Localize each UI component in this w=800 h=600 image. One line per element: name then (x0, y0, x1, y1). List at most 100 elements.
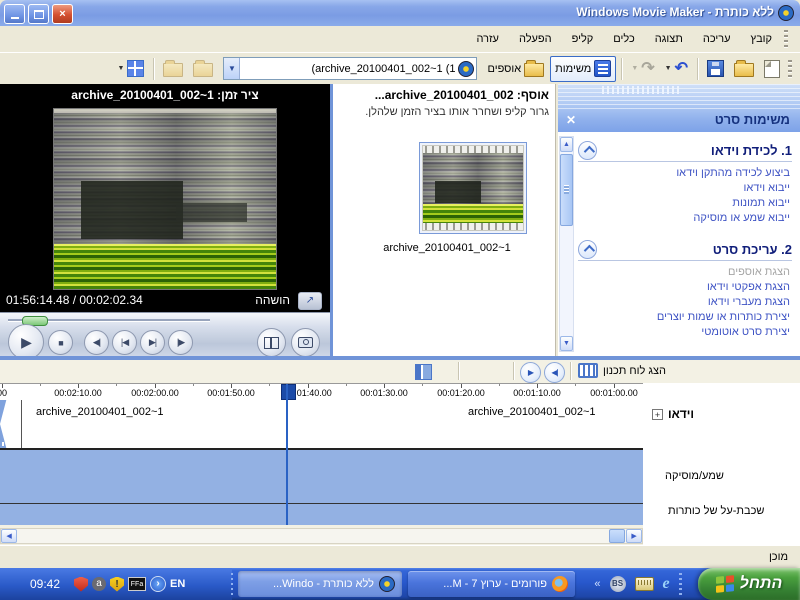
task-section: 2. עריכת סרטהצגת אוספיםהצגת אפקטי וידאוה… (578, 239, 792, 340)
split-clip-button[interactable] (257, 328, 286, 357)
show-storyboard-label: הצג לוח תכנון (603, 365, 666, 377)
menu-item[interactable]: קליפ (562, 29, 604, 49)
combobox-dropdown-icon[interactable]: ▼ (224, 58, 240, 79)
collection-up-button[interactable] (189, 56, 217, 82)
internet-explorer-icon[interactable]: e (663, 576, 670, 592)
quick-launch-separator (679, 573, 682, 595)
previous-frame-button[interactable]: |◀ (84, 330, 109, 355)
taskbar-window-firefox[interactable]: פורומים - ערוץ 7 - M... (408, 571, 575, 597)
collections-toggle-button[interactable]: אוספים (483, 56, 548, 82)
timeline-clip[interactable]: archive_20100401_002~1 (36, 406, 164, 418)
task-section-header: 1. לכידת וידאו (578, 140, 792, 160)
toolbar-grip-icon[interactable] (784, 30, 788, 48)
audio-track-label: שמע/מוסיקה (665, 470, 724, 482)
play-button[interactable]: ▶ (8, 324, 44, 360)
timeline-clip[interactable]: archive_20100401_002~1 (468, 406, 596, 418)
menu-item[interactable]: הפעלה (509, 29, 562, 49)
scrollbar-thumb[interactable] (609, 529, 625, 543)
tasks-scrollbar[interactable]: ▲ ▼ (559, 136, 574, 352)
seek-bar[interactable] (8, 315, 210, 325)
task-link[interactable]: הצגת אפקטי וידאו (578, 280, 792, 295)
undo-dropdown-icon[interactable]: ▼ (665, 65, 672, 72)
redo-dropdown-icon[interactable]: ▼ (631, 65, 638, 72)
task-link[interactable]: יצירת סרט אוטומטי (578, 325, 792, 340)
section-divider (578, 260, 792, 261)
minimize-button[interactable] (4, 4, 25, 24)
timeline-horizontal-scrollbar[interactable]: ◀ ▶ (0, 528, 643, 544)
scroll-left-icon[interactable]: ◀ (1, 529, 17, 543)
toolbar-grip-icon[interactable] (788, 60, 792, 78)
tasks-button-label: משימות (555, 63, 591, 75)
language-indicator[interactable]: EN (170, 578, 185, 590)
collapse-section-button[interactable] (578, 141, 597, 160)
step-back-button[interactable]: ◀| (112, 330, 137, 355)
show-storyboard-button[interactable]: הצג לוח תכנון (578, 363, 666, 378)
menu-item[interactable]: קובץ (741, 29, 782, 49)
playhead-handle[interactable] (281, 384, 296, 400)
task-link[interactable]: ייבוא תמונות (578, 196, 792, 211)
language-bar-icon[interactable]: › (150, 576, 166, 592)
fullscreen-popout-button[interactable]: ↗ (298, 292, 322, 310)
toolbar-separator (153, 58, 154, 80)
task-section-title: 2. עריכת סרט (597, 242, 792, 257)
task-link[interactable]: ייבוא שמע או מוסיקה (578, 211, 792, 226)
ruler-tick-label: 00:01:00.00 (590, 388, 638, 398)
task-link[interactable]: ייבוא וידאו (578, 181, 792, 196)
collection-combobox[interactable]: ▼ (archive_20100401_002~1 (1 (223, 57, 477, 80)
save-project-button[interactable] (703, 56, 728, 82)
clip-thumbnail[interactable] (419, 142, 527, 234)
maximize-button[interactable] (28, 4, 49, 24)
task-link[interactable]: ביצוע לכידה מהתקן וידאו (578, 166, 792, 181)
expand-video-track-icon[interactable]: + (652, 409, 663, 420)
undo-button[interactable]: ↶▼ (661, 56, 692, 82)
ffa-tray-icon[interactable]: FFa (128, 577, 146, 591)
rewind-timeline-button[interactable]: |◀ (544, 362, 565, 383)
start-button[interactable]: התחל (698, 568, 800, 600)
views-button[interactable]: ▼ (114, 56, 149, 82)
scroll-up-icon[interactable]: ▲ (560, 137, 573, 152)
a-tray-icon[interactable]: a (92, 577, 106, 591)
taskbar-window-moviemaker[interactable]: ללא כותרת - Windo... (238, 571, 402, 597)
title-overlay-track[interactable] (0, 504, 643, 525)
open-project-button[interactable] (730, 56, 758, 82)
views-dropdown-icon[interactable]: ▼ (118, 65, 125, 72)
windows-logo-icon (716, 575, 734, 593)
movie-maker-window: × ללא כותרת - Windows Movie Maker קובץער… (0, 0, 800, 600)
antivirus-shield-icon[interactable] (74, 577, 88, 592)
title-overlay-track-label: שכבת-על של כותרות (668, 505, 764, 517)
update-shield-icon[interactable]: ! (110, 577, 124, 592)
audio-levels-button[interactable] (415, 364, 432, 380)
video-track[interactable]: archive_20100401_002~1 archive_20100401_… (0, 400, 643, 450)
next-frame-button[interactable]: ▶| (168, 330, 193, 355)
menu-item[interactable]: עריכה (693, 29, 741, 49)
scroll-right-icon[interactable]: ▶ (626, 529, 642, 543)
collection-title: אוסף: archive_20100401_002... (375, 88, 549, 102)
take-picture-button[interactable] (291, 328, 320, 357)
audio-music-track[interactable] (0, 450, 643, 504)
new-project-button[interactable] (760, 56, 784, 82)
redo-button[interactable]: ↷▼ (627, 56, 658, 82)
stop-button[interactable]: ■ (48, 330, 73, 355)
step-forward-button[interactable]: |▶ (140, 330, 165, 355)
collection-combobox-value: (archive_20100401_002~1 (1 (240, 63, 458, 75)
menu-item[interactable]: כלים (603, 29, 644, 49)
task-link[interactable]: הצגת מעברי וידאו (578, 295, 792, 310)
scroll-down-icon[interactable]: ▼ (560, 336, 573, 351)
scrollbar-thumb[interactable] (560, 154, 573, 226)
ruler-tick-mark (78, 384, 79, 388)
tasks-toggle-button[interactable]: משימות (550, 56, 616, 82)
quick-launch-chevron-icon[interactable]: « (594, 578, 600, 590)
taskbar-clock[interactable]: 09:42 (30, 577, 60, 591)
close-button[interactable]: × (52, 4, 73, 24)
keyboard-icon[interactable] (635, 577, 654, 591)
tasks-pane-close-icon[interactable]: ✕ (566, 114, 576, 126)
preview-monitor: ציר זמן: archive_20100401_002~1 01:56:14… (0, 84, 330, 356)
playhead-line[interactable] (286, 384, 288, 525)
collapse-section-button[interactable] (578, 240, 597, 259)
bs-tray-icon[interactable]: BS (610, 576, 626, 592)
menu-item[interactable]: תצוגה (645, 29, 693, 49)
task-link[interactable]: יצירת כותרות או שמות יוצרים (578, 310, 792, 325)
new-collection-button[interactable] (159, 56, 187, 82)
play-timeline-button[interactable]: ▶ (520, 362, 541, 383)
menu-item[interactable]: עזרה (466, 29, 508, 49)
